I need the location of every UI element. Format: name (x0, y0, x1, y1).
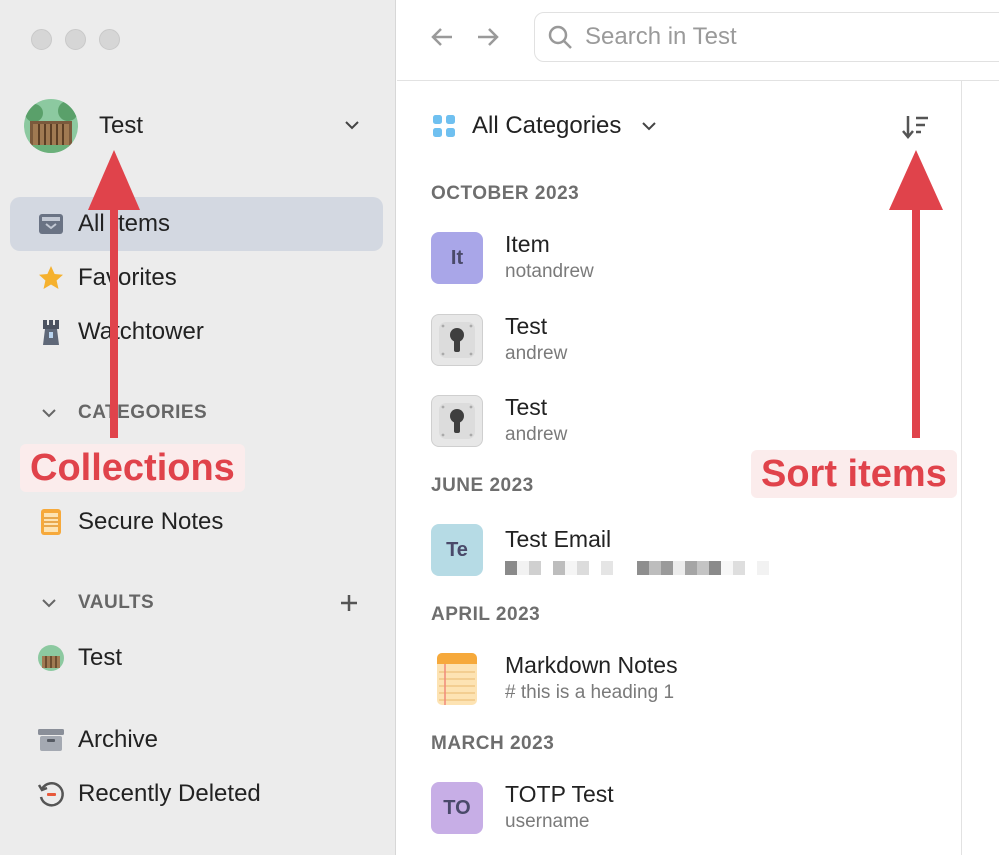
collections-callout: Collections (20, 444, 245, 492)
sidebar-item-label: Recently Deleted (78, 780, 261, 807)
sidebar-item-label: Archive (78, 726, 159, 753)
sidebar-item-label: Favorites (78, 264, 177, 291)
list-item[interactable]: Markdown Notes # this is a heading 1 (431, 647, 931, 711)
group-heading: MARCH 2023 (431, 733, 555, 754)
item-title: TOTP Test (505, 781, 614, 807)
sidebar-item-vault-test[interactable]: Test (10, 631, 383, 685)
item-subtitle: notandrew (505, 261, 594, 282)
toolbar (397, 0, 999, 81)
sidebar-item-archive[interactable]: Archive (10, 713, 383, 767)
list-item[interactable]: Test andrew (431, 308, 931, 372)
categories-grid-icon (433, 115, 455, 137)
chevron-down-icon (42, 599, 56, 608)
categories-heading: CATEGORIES (78, 402, 208, 423)
minimize-window-button[interactable] (65, 29, 86, 50)
chevron-down-icon (642, 122, 657, 131)
category-filter-dropdown[interactable]: All Categories (432, 110, 659, 142)
detail-pane (963, 81, 999, 855)
list-item[interactable]: TO TOTP Test username (431, 776, 931, 840)
vaults-heading: VAULTS (78, 592, 155, 613)
item-badge: It (431, 232, 483, 284)
account-name: Test (99, 112, 144, 139)
window-controls (31, 29, 120, 50)
add-vault-plus-icon[interactable] (336, 590, 362, 616)
search-input[interactable] (585, 23, 965, 51)
recently-deleted-icon (36, 779, 66, 809)
sidebar-item-label: Test (78, 644, 123, 671)
sidebar-item-all-items[interactable]: All Items (10, 197, 383, 251)
item-subtitle: andrew (505, 343, 568, 364)
item-title: Test (505, 394, 548, 420)
chevron-down-icon (345, 121, 359, 130)
item-subtitle: # this is a heading 1 (505, 682, 675, 703)
item-subtitle: username (505, 811, 590, 832)
zoom-window-button[interactable] (99, 29, 120, 50)
sort-icon[interactable] (900, 112, 930, 142)
search-icon (548, 25, 572, 49)
sidebar: Test All Items Favorites Watchtower CATE… (0, 0, 396, 855)
list-item[interactable]: It Item notandrew (431, 226, 931, 290)
sidebar-item-watchtower[interactable]: Watchtower (10, 305, 383, 359)
item-badge: TO (431, 782, 483, 834)
item-badge: Te (431, 524, 483, 576)
item-title: Test (505, 313, 548, 339)
keyhole-icon (431, 395, 483, 447)
list-item[interactable]: Te Test Email (431, 518, 931, 582)
sidebar-item-label: Watchtower (78, 318, 204, 345)
group-heading: JUNE 2023 (431, 475, 534, 496)
account-switcher[interactable]: Test (24, 98, 369, 154)
notepad-icon (431, 653, 483, 705)
watchtower-icon (36, 317, 66, 347)
group-heading: OCTOBER 2023 (431, 183, 580, 204)
category-filter-label: All Categories (472, 112, 622, 139)
account-avatar-icon (24, 99, 78, 153)
all-items-icon (36, 209, 66, 239)
chevron-down-icon (42, 409, 56, 418)
sidebar-item-recently-deleted[interactable]: Recently Deleted (10, 767, 383, 821)
search-field[interactable] (534, 12, 999, 62)
secure-notes-icon (36, 507, 66, 537)
vault-avatar-icon (36, 643, 66, 673)
sort-items-callout: Sort items (751, 450, 957, 498)
archive-icon (36, 725, 66, 755)
item-title: Item (505, 231, 550, 257)
list-item[interactable]: Test andrew (431, 389, 931, 453)
keyhole-icon (431, 314, 483, 366)
back-arrow-icon[interactable] (428, 23, 456, 51)
redacted-subtitle (505, 561, 769, 575)
categories-section-header[interactable]: CATEGORIES (38, 398, 207, 428)
sidebar-item-label: All Items (78, 210, 171, 237)
sidebar-item-label: Secure Notes (78, 508, 224, 535)
item-title: Test Email (505, 526, 612, 552)
vaults-section-header[interactable]: VAULTS (38, 588, 154, 618)
group-heading: APRIL 2023 (431, 604, 541, 625)
forward-arrow-icon[interactable] (474, 23, 502, 51)
item-title: Markdown Notes (505, 652, 678, 678)
close-window-button[interactable] (31, 29, 52, 50)
star-icon (36, 263, 66, 293)
sidebar-item-secure-notes[interactable]: Secure Notes (10, 495, 383, 549)
item-subtitle: andrew (505, 424, 568, 445)
sidebar-item-favorites[interactable]: Favorites (10, 251, 383, 305)
